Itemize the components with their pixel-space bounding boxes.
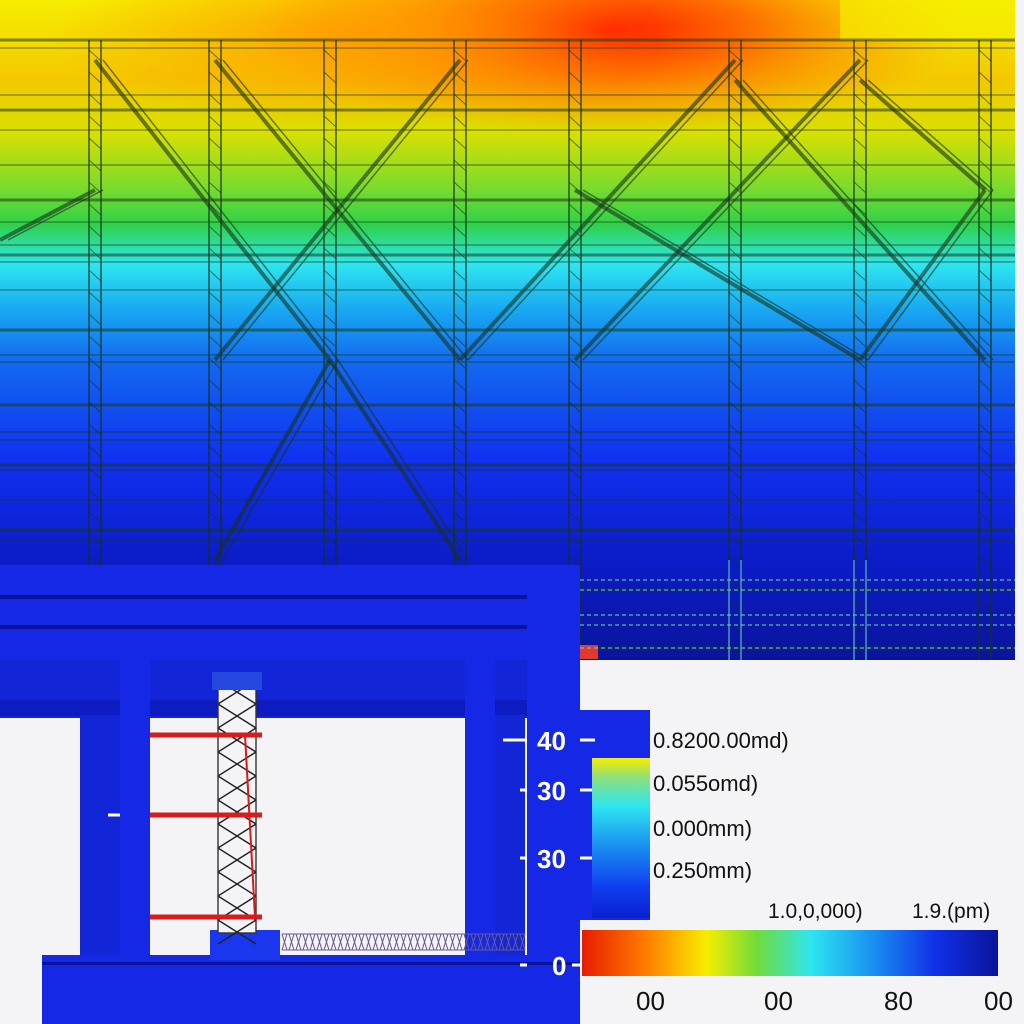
vertical-colorbar [592, 758, 650, 918]
tower-cap [212, 672, 262, 690]
axis-tick-4: 0 [552, 951, 567, 981]
colorbar-top-label-2: 1.9.(pm) [912, 900, 991, 923]
axis-tick-1: 40 [537, 726, 566, 756]
legend-label-4: 0.250mm) [653, 858, 753, 883]
colorbar-tick-3: 80 [884, 986, 913, 1016]
axis-tick-3: 30 [537, 844, 566, 874]
legend-label-2: 0.055omd) [653, 771, 759, 796]
colorbar-tick-1: 00 [636, 986, 665, 1016]
stress-contour-render [0, 0, 1015, 1024]
horizontal-colorbar [582, 930, 998, 976]
simulation-viewport: 40 30 30 0 0.8200.00md) 0.055omd) 0.000m… [0, 0, 1024, 1024]
colorbar-tick-2: 00 [764, 986, 793, 1016]
legend-label-1: 0.8200.00md) [653, 728, 789, 753]
colorbar-top-label-1: 1.0,0,000) [768, 900, 863, 923]
axis-tick-2: 30 [537, 776, 566, 806]
legend-label-3: 0.000mm) [653, 816, 753, 841]
colorbar-tick-4: 00 [984, 986, 1013, 1016]
lattice-tower [217, 677, 257, 945]
